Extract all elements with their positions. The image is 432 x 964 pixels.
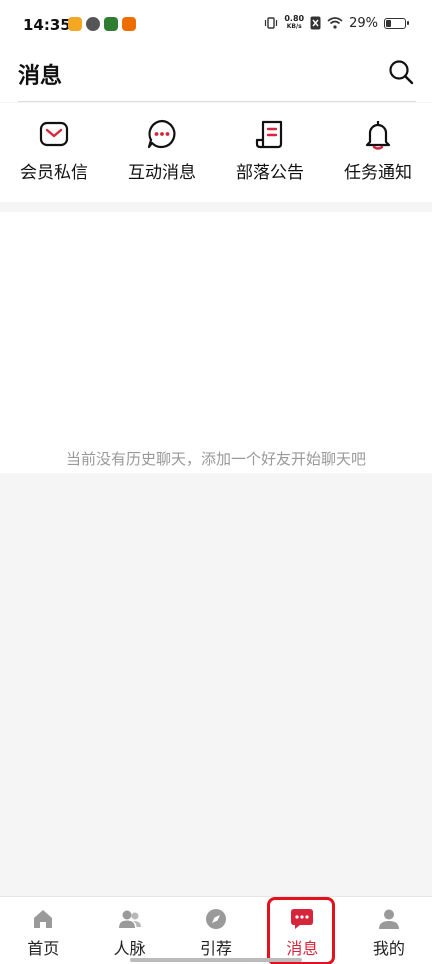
tab-label: 引荐	[200, 939, 233, 958]
page-title: 消息	[18, 64, 63, 89]
vibrate-icon	[265, 17, 278, 29]
compass-icon	[206, 909, 227, 929]
sim-off-icon	[310, 16, 321, 30]
quick-menu: 会员私信 互动消息 部落公告 任务通知	[0, 103, 432, 202]
net-speed-unit: KB/s	[286, 23, 302, 30]
chat-list: 当前没有历史聊天，添加一个好友开始聊天吧	[0, 212, 432, 473]
net-speed-value: 0.80	[284, 14, 305, 23]
app-icon	[122, 17, 136, 31]
document-icon	[255, 120, 283, 149]
status-right: 0.80 KB/s 29%	[264, 15, 409, 31]
app-icon	[104, 17, 118, 31]
search-icon	[389, 60, 414, 85]
bell-icon	[365, 121, 391, 150]
tab-profile[interactable]: 我的	[346, 897, 432, 964]
quick-item-tribe-announcements[interactable]: 部落公告	[216, 103, 324, 202]
status-app-icons	[68, 17, 136, 31]
mail-icon	[39, 121, 69, 147]
sync-icon	[86, 17, 100, 31]
search-button[interactable]	[386, 57, 416, 87]
tab-label: 人脉	[113, 939, 146, 958]
tab-messages[interactable]: 消息	[259, 897, 345, 964]
tab-referral[interactable]: 引荐	[173, 897, 259, 964]
message-icon	[291, 909, 314, 929]
empty-state-text: 当前没有历史聊天，添加一个好友开始聊天吧	[65, 450, 366, 468]
battery-percent: 29%	[349, 15, 378, 31]
battery-fill	[386, 19, 391, 27]
status-bar: 14:35 0.80 KB/s 29%	[0, 0, 432, 50]
profile-icon	[378, 909, 399, 929]
tab-bar: 首页 人脉 引荐 消息 我的	[0, 896, 432, 964]
tab-contacts[interactable]: 人脉	[86, 897, 172, 964]
chat-bubble-icon	[147, 119, 176, 149]
wifi-icon	[327, 17, 343, 29]
quick-item-interaction-messages[interactable]: 互动消息	[108, 103, 216, 202]
quick-item-label: 任务通知	[344, 163, 412, 183]
quick-item-label: 互动消息	[128, 163, 196, 183]
quick-item-label: 部落公告	[236, 163, 304, 183]
home-icon	[34, 910, 53, 928]
weibo-icon	[68, 17, 82, 31]
quick-item-label: 会员私信	[20, 163, 88, 183]
tab-home[interactable]: 首页	[0, 897, 86, 964]
quick-item-member-messages[interactable]: 会员私信	[0, 103, 108, 202]
tab-label: 首页	[27, 939, 60, 958]
net-speed: 0.80 KB/s	[284, 15, 304, 31]
tab-label: 消息	[286, 939, 319, 958]
status-time: 14:35	[23, 16, 71, 34]
header-divider	[18, 101, 416, 102]
header: 消息	[0, 50, 432, 102]
contacts-icon	[118, 910, 141, 928]
home-indicator	[130, 958, 302, 962]
quick-item-task-notifications[interactable]: 任务通知	[324, 103, 432, 202]
battery-icon	[384, 17, 409, 29]
tab-label: 我的	[372, 939, 405, 958]
